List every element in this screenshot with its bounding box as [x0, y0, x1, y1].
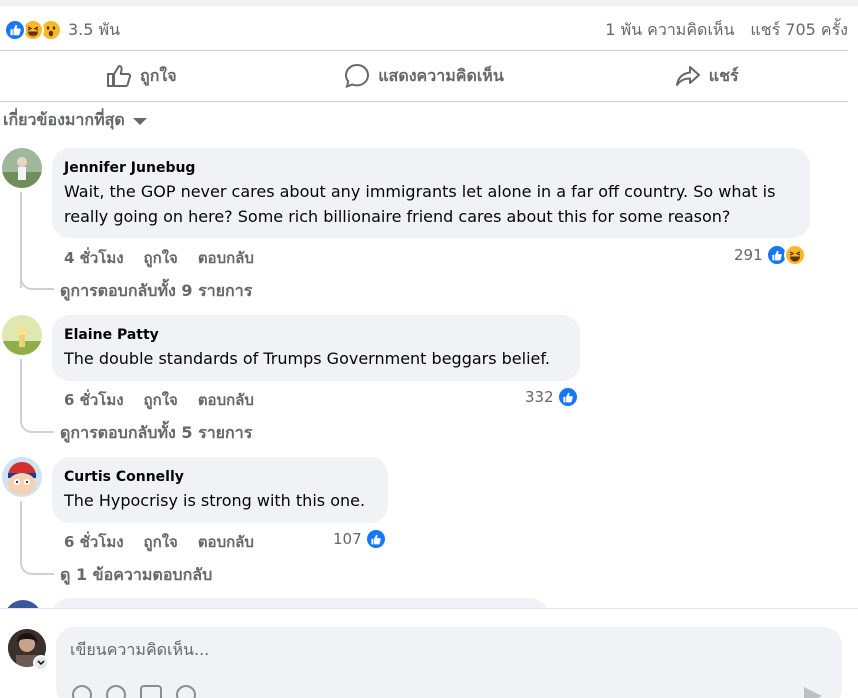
comment-button-label: แสดงความคิดเห็น [378, 65, 504, 85]
comment-text: The Hypocrisy is strong with this one. [64, 491, 366, 510]
reaction-icons[interactable]: 3.5 พัน [0, 18, 120, 43]
comment-author[interactable]: Jennifer Junebug [64, 160, 796, 176]
thread-elbow [20, 276, 54, 290]
comment-reply-button[interactable]: ตอบกลับ [198, 388, 254, 412]
sort-label: เกี่ยวข้องมากที่สุด [3, 110, 125, 129]
avatar[interactable] [2, 315, 42, 355]
reaction-count: 332 [525, 388, 554, 406]
view-replies-link[interactable]: ดูการตอบกลับทั้ง 5 รายการ [60, 421, 252, 446]
shares-count[interactable]: แชร์ 705 ครั้ง [750, 18, 848, 43]
reaction-count: 107 [333, 530, 362, 548]
sticker-icon[interactable] [176, 685, 196, 698]
comment-timestamp[interactable]: 4 ชั่วโมง [64, 246, 124, 270]
comment-bubble: Curtis Connelly The Hypocrisy is strong … [52, 457, 388, 523]
share-button-label: แชร์ [708, 65, 739, 85]
comment-like-button[interactable]: ถูกใจ [144, 246, 178, 270]
reaction-summary: 3.5 พัน 1 พัน ความคิดเห็น แชร์ 705 ครั้ง [0, 14, 848, 46]
like-button-label: ถูกใจ [140, 65, 177, 85]
comment-timestamp[interactable]: 6 ชั่วโมง [64, 530, 124, 554]
comment-actions: 6 ชั่วโมง ถูกใจ ตอบกลับ [64, 530, 254, 554]
post-action-bar: ถูกใจ แสดงความคิดเห็น แชร์ [0, 52, 848, 100]
comment-like-button[interactable]: ถูกใจ [144, 530, 178, 554]
comment-text: Wait, the GOP never cares about any immi… [64, 182, 776, 226]
comment-bubble: Elaine Patty The double standards of Tru… [52, 315, 580, 381]
comment-author[interactable]: Curtis Connelly [64, 469, 374, 485]
like-icon [4, 19, 26, 41]
comment-input[interactable] [70, 635, 770, 663]
comment-timestamp[interactable]: 6 ชั่วโมง [64, 388, 124, 412]
share-button[interactable]: แชร์ [565, 52, 848, 100]
comment-actions: 6 ชั่วโมง ถูกใจ ตอบกลับ [64, 388, 254, 412]
thread-line [20, 359, 22, 421]
send-icon[interactable] [804, 687, 822, 698]
share-arrow-icon [675, 64, 701, 88]
avatar[interactable] [2, 457, 42, 497]
like-button[interactable]: ถูกใจ [0, 52, 283, 100]
thumbs-up-icon [106, 64, 132, 88]
avatar[interactable] [2, 148, 42, 188]
thread-elbow [20, 561, 54, 575]
reaction-count: 291 [734, 246, 763, 264]
comment-actions: 4 ชั่วโมง ถูกใจ ตอบกลับ [64, 246, 254, 270]
comment-button[interactable]: แสดงความคิดเห็น [283, 52, 566, 100]
profile-switch-button[interactable] [33, 655, 49, 671]
comment-sort-dropdown[interactable]: เกี่ยวข้องมากที่สุด [3, 108, 147, 133]
thread-elbow [20, 419, 54, 433]
comment-reply-button[interactable]: ตอบกลับ [198, 246, 254, 270]
haha-icon [783, 244, 806, 266]
view-replies-link[interactable]: ดู 1 ข้อความตอบกลับ [60, 563, 212, 588]
comments-count[interactable]: 1 พัน ความคิดเห็น [605, 18, 734, 43]
reactions-count[interactable]: 3.5 พัน [68, 18, 120, 43]
comment-reactions[interactable]: 107 [333, 528, 387, 550]
comment-like-button[interactable]: ถูกใจ [144, 388, 178, 412]
emoji-icon[interactable] [106, 685, 126, 698]
comment-text: The double standards of Trumps Governmen… [64, 349, 550, 368]
comment-author[interactable]: Elaine Patty [64, 327, 566, 343]
composer-tools [72, 685, 196, 698]
divider [0, 50, 848, 51]
divider [0, 101, 848, 102]
thread-line [20, 501, 22, 563]
comment-bubble: Jennifer Junebug Wait, the GOP never car… [52, 148, 810, 238]
comment-reply-button[interactable]: ตอบกลับ [198, 530, 254, 554]
top-strip [0, 0, 858, 6]
comment-input-container [56, 627, 842, 698]
post-stats: 1 พัน ความคิดเห็น แชร์ 705 ครั้ง [605, 18, 848, 43]
comment-bubble-icon [344, 63, 370, 89]
thread-line [20, 192, 22, 288]
comment-composer [0, 608, 858, 698]
view-replies-link[interactable]: ดูการตอบกลับทั้ง 9 รายการ [60, 279, 252, 304]
chevron-down-icon [37, 660, 45, 666]
avatar-sticker-icon[interactable] [72, 685, 92, 698]
caret-down-icon [132, 118, 147, 125]
like-icon [556, 386, 579, 408]
gif-icon[interactable] [140, 685, 162, 698]
comment-reactions[interactable]: 332 [525, 386, 579, 408]
like-icon [364, 528, 387, 550]
comment-reactions[interactable]: 291 [734, 244, 806, 266]
